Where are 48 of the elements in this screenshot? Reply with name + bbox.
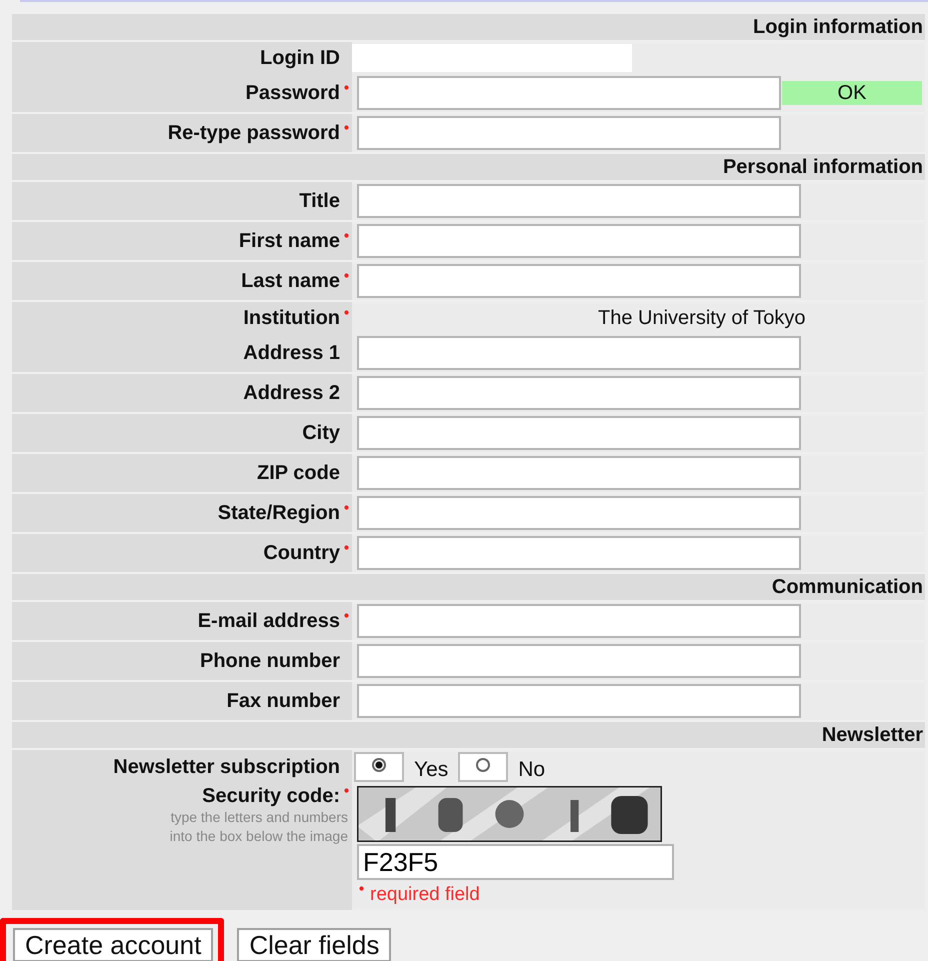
field-label: City xyxy=(302,421,340,445)
radio-button[interactable] xyxy=(354,752,404,782)
input-field[interactable] xyxy=(357,76,781,110)
section-heading: Newsletter xyxy=(12,722,925,748)
input-field[interactable] xyxy=(357,336,801,370)
input-field[interactable] xyxy=(357,456,801,490)
status-badge: OK xyxy=(782,81,922,105)
field-label: First name xyxy=(238,229,340,253)
field-label: Address 2 xyxy=(243,381,340,405)
field-label: State/Region xyxy=(218,501,340,525)
section-heading: Login information xyxy=(12,14,925,40)
section-heading: Communication xyxy=(12,574,925,600)
form-button[interactable]: Clear fields xyxy=(237,928,392,961)
field-label: Re-type password xyxy=(168,121,340,145)
field-label: Password xyxy=(246,81,340,105)
radio-button[interactable] xyxy=(458,752,508,782)
required-icon xyxy=(359,886,364,891)
legend-text: required field xyxy=(370,884,480,906)
input-field[interactable] xyxy=(357,684,801,718)
field-label: Phone number xyxy=(200,649,340,673)
input-field[interactable]: F23F5 xyxy=(357,844,674,880)
field-label: E-mail address xyxy=(198,609,340,633)
input-field[interactable] xyxy=(357,184,801,218)
field-label: Country xyxy=(263,541,340,565)
input-field[interactable] xyxy=(357,536,801,570)
hint-text: type the letters and numbers into the box below the image xyxy=(170,808,348,846)
field-value: The University of Tokyo xyxy=(597,306,806,331)
input-field[interactable] xyxy=(357,604,801,638)
input-field[interactable] xyxy=(357,376,801,410)
input-field[interactable] xyxy=(357,496,801,530)
field-label: Title xyxy=(299,189,340,213)
input-field[interactable] xyxy=(357,224,801,258)
field-label: Last name xyxy=(241,269,340,293)
form-button[interactable]: Create account xyxy=(13,928,214,961)
option-label: No xyxy=(518,758,546,782)
input-field[interactable] xyxy=(357,116,781,150)
field-label: Login ID xyxy=(260,46,340,70)
section-heading: Personal information xyxy=(12,154,925,180)
field-label: Fax number xyxy=(226,689,340,713)
field-label: Address 1 xyxy=(243,341,340,365)
field-label: Institution xyxy=(243,306,340,330)
field-label: Security code: xyxy=(202,784,340,808)
input-field[interactable] xyxy=(357,644,801,678)
input-field[interactable] xyxy=(357,416,801,450)
option-label: Yes xyxy=(414,758,448,782)
field-label: Newsletter subscription xyxy=(113,755,340,779)
input-field[interactable] xyxy=(357,264,801,298)
field-label: ZIP code xyxy=(257,461,340,485)
